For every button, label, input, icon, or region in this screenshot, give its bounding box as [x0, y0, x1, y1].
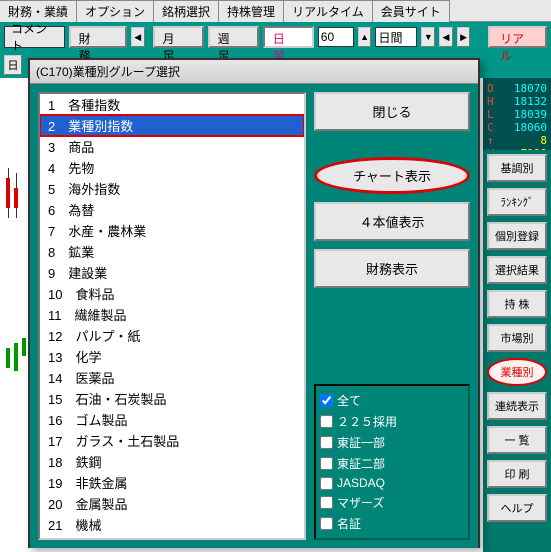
top-tab[interactable]: 銘柄選択 — [153, 0, 219, 22]
four-value-button[interactable]: ４本値表示 — [314, 202, 470, 241]
day-button[interactable]: 日 — [4, 55, 22, 75]
list-item[interactable]: 21 機械 — [40, 514, 304, 535]
checkbox-icon[interactable] — [320, 477, 333, 490]
list-item[interactable]: 1 各種指数 — [40, 94, 304, 115]
dropdown-icon[interactable]: ▼ — [421, 27, 435, 47]
top-tab[interactable]: 財務・業績 — [0, 0, 77, 22]
list-item[interactable]: 4 先物 — [40, 157, 304, 178]
list-item[interactable]: 5 海外指数 — [40, 178, 304, 199]
sidebar-button[interactable]: 業種別 — [487, 358, 547, 386]
list-item[interactable]: 9 建設業 — [40, 262, 304, 283]
list-item[interactable]: 11 繊維製品 — [40, 304, 304, 325]
filter-check[interactable]: JASDAQ — [320, 474, 464, 492]
check-label: マザーズ — [337, 494, 384, 511]
period-spinner-icon[interactable]: ▲ — [358, 27, 372, 47]
list-item[interactable]: 10 食料品 — [40, 283, 304, 304]
filter-check[interactable]: 東証一部 — [320, 432, 464, 453]
daily-button[interactable]: 日足 — [263, 26, 314, 48]
checkbox-icon[interactable] — [320, 457, 333, 470]
finance-display-button[interactable]: 財務表示 — [314, 249, 470, 288]
finance-button[interactable]: 財 務 — [69, 26, 127, 48]
top-tabs: 財務・業績オプション銘柄選択持株管理リアルタイム会員サイト — [0, 0, 551, 22]
ohlc-label: O — [487, 82, 494, 95]
left-arrow-icon[interactable]: ◀ — [131, 27, 145, 47]
top-tab[interactable]: 会員サイト — [372, 0, 450, 22]
filter-checks: 全て ２２５採用東証一部東証二部 JASDAQ マザーズ名証 — [314, 384, 470, 540]
list-item[interactable]: 16 ゴム製品 — [40, 409, 304, 430]
top-tab[interactable]: オプション — [76, 0, 154, 22]
close-button[interactable]: 閉じる — [314, 92, 470, 131]
industry-listbox[interactable]: 1 各種指数 2 業種別指数 3 商品 4 先物 5 海外指数 6 為替 7 水… — [38, 92, 306, 540]
checkbox-icon[interactable] — [320, 415, 333, 428]
check-label: 全て — [337, 392, 361, 409]
group-select-dialog: (C170)業種別グループ選択 1 各種指数 2 業種別指数 3 商品 4 先物… — [28, 58, 480, 548]
filter-check[interactable]: マザーズ — [320, 492, 464, 513]
ohlc-value: 18070 — [514, 82, 547, 95]
check-label: 名証 — [337, 515, 361, 532]
back-arrow-icon[interactable]: ◀ — [439, 27, 453, 47]
sidebar-button[interactable]: 基調別 — [487, 154, 547, 182]
filter-check[interactable]: 東証二部 — [320, 453, 464, 474]
ohlc-value: 18132 — [514, 95, 547, 108]
fwd-arrow-icon[interactable]: ▶ — [457, 27, 471, 47]
sidebar-button[interactable]: ﾗﾝｷﾝｸﾞ — [487, 188, 547, 216]
list-item[interactable]: 12 パルプ・紙 — [40, 325, 304, 346]
list-item[interactable]: 20 金属製品 — [40, 493, 304, 514]
sidebar-button[interactable]: 個別登録 — [487, 222, 547, 250]
weekly-button[interactable]: 週足 — [208, 26, 259, 48]
sidebar-button[interactable]: 持 株 — [487, 290, 547, 318]
check-label: JASDAQ — [337, 476, 385, 490]
list-item[interactable]: 8 鉱業 — [40, 241, 304, 262]
checkbox-icon[interactable] — [320, 436, 333, 449]
ohlc-label: H — [487, 95, 494, 108]
list-item[interactable]: 14 医薬品 — [40, 367, 304, 388]
ohlc-label: ↑ — [487, 134, 494, 147]
comment-button[interactable]: コメント — [4, 26, 65, 48]
chart-display-button[interactable]: チャート表示 — [314, 157, 470, 194]
checkbox-icon[interactable] — [320, 496, 333, 509]
sidebar-button[interactable]: 連続表示 — [487, 392, 547, 420]
top-tab[interactable]: リアルタイム — [283, 0, 373, 22]
top-tab[interactable]: 持株管理 — [218, 0, 284, 22]
check-label: 東証一部 — [337, 434, 385, 451]
list-item[interactable]: 7 水産・農林業 — [40, 220, 304, 241]
list-item[interactable]: 18 鉄鋼 — [40, 451, 304, 472]
check-label: 東証二部 — [337, 455, 385, 472]
right-sidebar: 基調別 ﾗﾝｷﾝｸﾞ 個別登録選択結果持 株市場別業種別連続表示一 覧印 刷ヘルプ — [483, 150, 551, 552]
sidebar-button[interactable]: 印 刷 — [487, 460, 547, 488]
sidebar-button[interactable]: 市場別 — [487, 324, 547, 352]
checkbox-icon[interactable] — [320, 394, 333, 407]
period-input[interactable] — [318, 27, 354, 47]
filter-check[interactable]: 名証 — [320, 513, 464, 534]
ohlc-label: L — [487, 108, 494, 121]
filter-check[interactable]: ２２５採用 — [320, 411, 464, 432]
list-item[interactable]: 15 石油・石炭製品 — [40, 388, 304, 409]
sidebar-button[interactable]: 一 覧 — [487, 426, 547, 454]
ohlc-value: 18039 — [514, 108, 547, 121]
list-item[interactable]: 17 ガラス・土石製品 — [40, 430, 304, 451]
ohlc-value: 8 — [540, 134, 547, 147]
sidebar-button[interactable]: ヘルプ — [487, 494, 547, 522]
list-item[interactable]: 19 非鉄金属 — [40, 472, 304, 493]
list-item[interactable]: 3 商品 — [40, 136, 304, 157]
sidebar-button[interactable]: 選択結果 — [487, 256, 547, 284]
realtime-button[interactable]: リアル — [488, 26, 547, 48]
monthly-button[interactable]: 月足 — [153, 26, 204, 48]
filter-check[interactable]: 全て — [320, 390, 464, 411]
dialog-title: (C170)業種別グループ選択 — [30, 60, 478, 84]
toolbar: コメント 財 務 ◀ 月足 週足 日足 ▲ ▼ ◀ ▶ リアル — [0, 22, 551, 52]
list-item[interactable]: 13 化学 — [40, 346, 304, 367]
checkbox-icon[interactable] — [320, 517, 333, 530]
list-item[interactable]: 6 為替 — [40, 199, 304, 220]
ohlc-value: 18060 — [514, 121, 547, 134]
list-item[interactable]: 2 業種別指数 — [40, 115, 304, 136]
period-unit-select[interactable] — [375, 27, 417, 47]
ohlc-label: C — [487, 121, 494, 134]
list-item[interactable]: 22 電気機器 — [40, 535, 304, 540]
check-label: ２２５採用 — [337, 413, 397, 430]
